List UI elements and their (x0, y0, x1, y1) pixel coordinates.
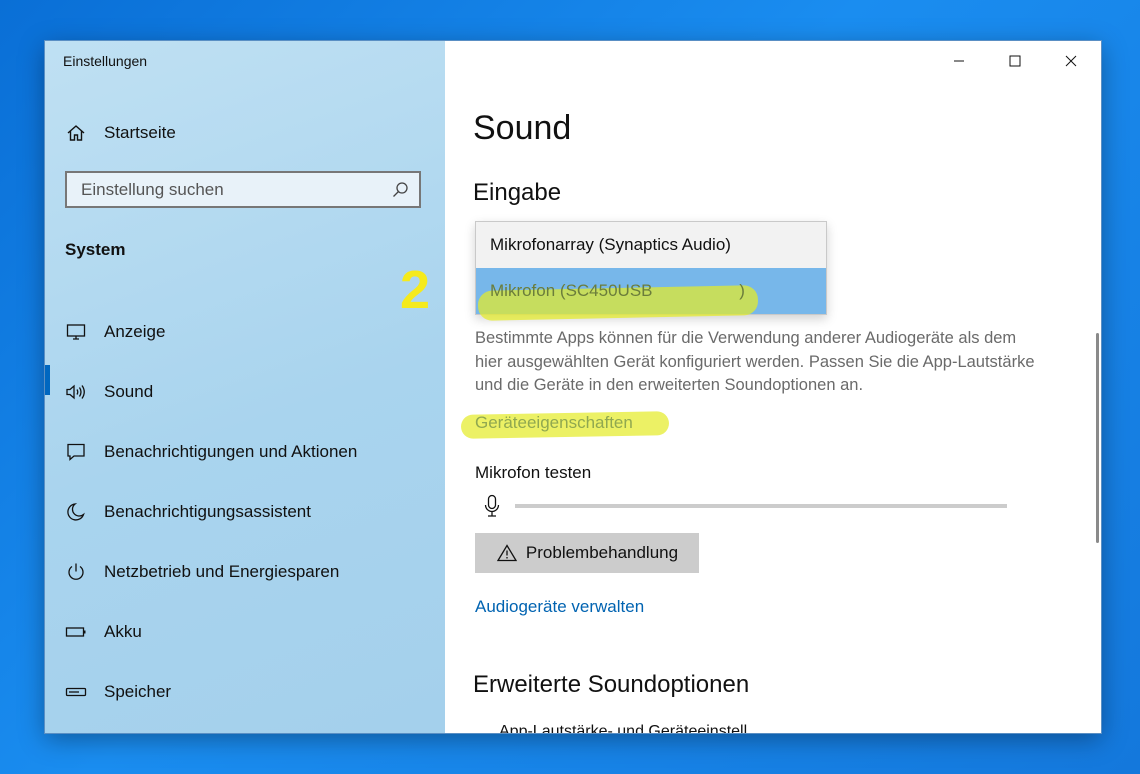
dropdown-option-sc450usb[interactable]: Mikrofon (SC450USB ) (476, 268, 826, 321)
close-icon (1065, 55, 1077, 67)
maximize-button[interactable] (987, 41, 1043, 81)
home-icon (65, 122, 87, 144)
sidebar-item-benachrichtigungsassistent[interactable]: Benachrichtigungsassistent (45, 483, 445, 543)
mic-test-label: Mikrofon testen (475, 463, 592, 482)
mic-test-row (481, 491, 1021, 521)
sidebar-item-label: Netzbetrieb und Energiesparen (104, 562, 340, 581)
sidebar-item-sound[interactable]: Sound (45, 363, 445, 423)
minimize-button[interactable] (931, 41, 987, 81)
close-button[interactable] (1043, 41, 1099, 81)
search-input[interactable] (67, 178, 389, 201)
search-icon[interactable] (389, 179, 411, 201)
sidebar-item-label: Sound (104, 382, 154, 401)
device-properties-link[interactable]: Geräteeigenschaften (475, 413, 633, 433)
dropdown-option-label: Mikrofon (SC450USB (490, 281, 653, 300)
sidebar-item-label: Akku (104, 622, 142, 641)
sidebar-item-label: Benachrichtigungsassistent (104, 502, 311, 521)
sidebar-item-label: Startseite (104, 123, 176, 142)
page-title: Sound (473, 109, 572, 147)
section-title: System (65, 240, 126, 259)
manage-audio-devices-link[interactable]: Audiogeräte verwalten (475, 597, 644, 617)
notification-icon (65, 441, 87, 463)
troubleshoot-label: Problembehandlung (525, 543, 679, 562)
input-device-dropdown[interactable]: Mikrofonarray (Synaptics Audio) Mikrofon… (475, 221, 827, 321)
sidebar-item-akku[interactable]: Akku (45, 603, 445, 663)
power-icon (65, 561, 87, 583)
microphone-icon (481, 494, 503, 517)
battery-icon (65, 621, 87, 643)
warning-icon (496, 542, 518, 564)
sidebar-item-netzbetrieb[interactable]: Netzbetrieb und Energiesparen (45, 543, 445, 603)
troubleshoot-button[interactable]: Problembehandlung (475, 533, 699, 573)
annotation-number: 2 (400, 260, 431, 320)
input-heading: Eingabe (473, 179, 562, 206)
moon-icon (65, 501, 87, 523)
description-text: Bestimmte Apps können für die Verwendung… (475, 329, 1035, 394)
sidebar: Einstellungen Startseite System Anzeige (45, 41, 445, 733)
search-box[interactable] (65, 171, 421, 208)
settings-window: Einstellungen Startseite System Anzeige (45, 41, 1101, 733)
storage-icon (65, 681, 87, 703)
speaker-icon (65, 381, 87, 403)
advanced-sound-heading: Erweiterte Soundoptionen (473, 671, 750, 698)
sidebar-item-home[interactable]: Startseite (65, 121, 425, 145)
sidebar-item-speicher[interactable]: Speicher (45, 663, 445, 723)
sidebar-item-label: Anzeige (104, 322, 166, 341)
sidebar-item-benachrichtigungen[interactable]: Benachrichtigungen und Aktionen (45, 423, 445, 483)
sidebar-item-label: Benachrichtigungen und Aktionen (104, 442, 358, 461)
scrollbar[interactable] (1096, 333, 1099, 543)
main-content: Sound Eingabe 2 Mikrofonarray (Synaptics… (400, 41, 1101, 733)
dropdown-option-mikrofonarray[interactable]: Mikrofonarray (Synaptics Audio) (476, 222, 826, 268)
monitor-icon (65, 321, 87, 343)
window-title: Einstellungen (63, 53, 148, 69)
sidebar-nav: Anzeige Sound Benachrichtigungen und Akt… (45, 303, 445, 723)
dropdown-option-label: Mikrofonarray (Synaptics Audio) (490, 235, 731, 254)
maximize-icon (1009, 55, 1021, 67)
sidebar-item-label: Speicher (104, 682, 172, 701)
app-volume-item[interactable]: App-Lautstärke- und Geräteeinstell... (499, 723, 760, 733)
mic-level-meter (515, 504, 1007, 508)
dropdown-option-suffix: ) (739, 281, 745, 300)
sidebar-item-anzeige[interactable]: Anzeige (45, 303, 445, 363)
minimize-icon (954, 60, 964, 62)
